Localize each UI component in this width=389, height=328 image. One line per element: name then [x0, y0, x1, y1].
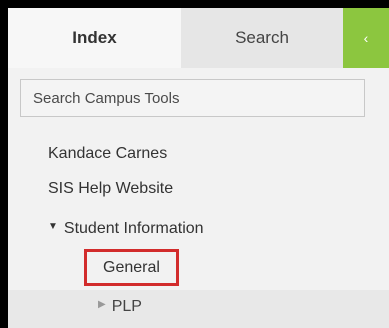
tab-index[interactable]: Index [8, 8, 181, 68]
tree-item-user[interactable]: Kandace Carnes [48, 145, 167, 163]
tab-index-label: Index [72, 28, 117, 47]
caret-down-icon: ▼ [48, 221, 58, 233]
caret-right-icon: ▶ [98, 299, 106, 311]
tab-search[interactable]: Search [181, 8, 343, 68]
tree-item-sis-help-label: SIS Help Website [48, 180, 174, 197]
tree-folder-label: Student Information [63, 220, 204, 237]
collapse-sidebar-button[interactable]: ‹ [343, 8, 389, 68]
tree-item-plp[interactable]: ▶ PLP [98, 298, 142, 316]
tab-search-label: Search [235, 28, 289, 47]
tree-item-sis-help-website[interactable]: SIS Help Website [48, 180, 173, 198]
tree-folder-student-information[interactable]: ▼ Student Information [48, 220, 204, 238]
tree-row-plp-background [8, 290, 389, 328]
tree-item-general-label: General [103, 258, 160, 276]
campus-tools-panel: Index Search ‹ Kandace Carnes SIS Help W… [8, 8, 389, 328]
tree-item-user-label: Kandace Carnes [48, 145, 168, 162]
search-campus-tools-input[interactable] [20, 79, 365, 117]
tab-bar: Index Search ‹ [8, 8, 389, 68]
chevron-left-icon: ‹ [363, 30, 369, 46]
tree-item-plp-label: PLP [111, 298, 142, 315]
tree-item-general[interactable]: General [84, 249, 179, 286]
